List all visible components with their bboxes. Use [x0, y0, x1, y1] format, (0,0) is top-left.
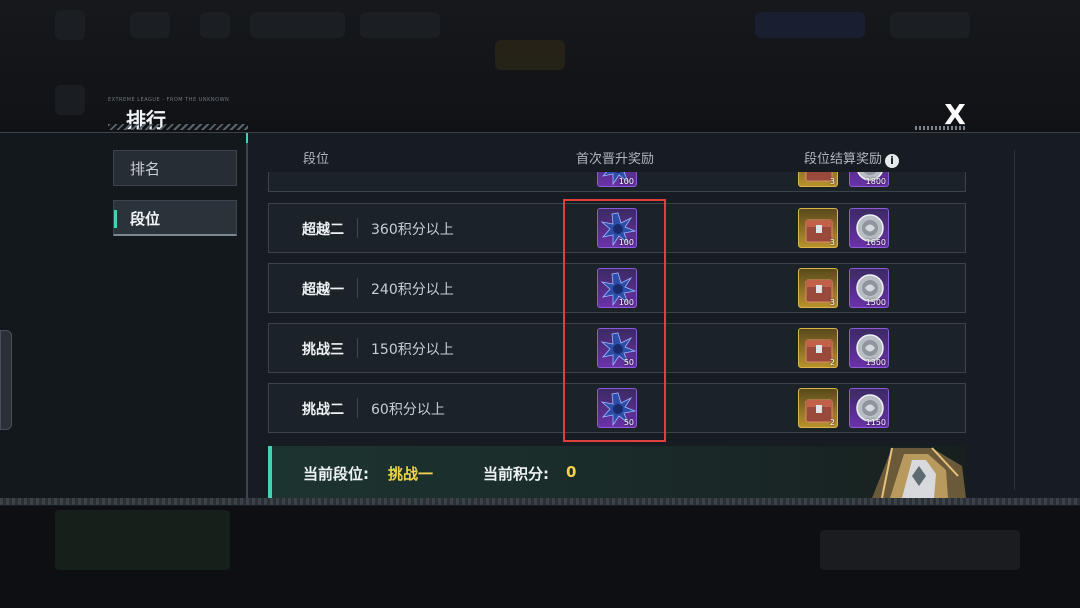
item-quantity: 1800 — [865, 177, 886, 186]
modal-bottom-strip — [0, 498, 1080, 505]
tier-requirement: 360积分以上 — [371, 222, 454, 238]
tab-ranking[interactable]: 排名 — [113, 150, 237, 186]
row-separator — [357, 338, 358, 358]
item-quantity: 3 — [829, 298, 835, 307]
silver-coin-icon[interactable]: 1300 — [849, 328, 889, 368]
item-quantity: 3 — [829, 238, 835, 247]
row-separator — [357, 278, 358, 298]
supply-chest-icon[interactable]: 2 — [798, 388, 838, 428]
info-icon[interactable]: i — [885, 154, 900, 168]
tier-name: 挑战三 — [302, 342, 344, 358]
tier-requirement: 240积分以上 — [371, 282, 454, 298]
row-separator — [357, 398, 358, 418]
supply-chest-icon[interactable]: 3 — [798, 208, 838, 248]
first-reward-highlight — [563, 199, 666, 442]
header-first-reward: 首次晋升奖励 — [576, 152, 655, 167]
silver-coin-icon[interactable]: 1500 — [849, 268, 889, 308]
item-quantity: 100 — [618, 177, 634, 186]
tier-requirement: 60积分以上 — [371, 402, 445, 418]
supply-chest-icon[interactable]: 3 — [798, 268, 838, 308]
tier-name: 挑战二 — [302, 402, 344, 418]
current-score-value: 0 — [566, 463, 577, 481]
current-score-label: 当前积分: — [483, 465, 549, 483]
current-status-bar: 当前段位: 挑战一 当前积分: 0 — [268, 446, 966, 498]
current-tier-value: 挑战一 — [388, 465, 434, 483]
table-row: 100 3 1800 — [268, 172, 966, 192]
silver-coin-icon[interactable]: 1150 — [849, 388, 889, 428]
tier-name: 超越二 — [302, 222, 344, 238]
supply-chest-icon[interactable]: 2 — [798, 328, 838, 368]
item-quantity: 1300 — [865, 358, 886, 367]
title-underline — [108, 124, 248, 130]
item-quantity: 2 — [829, 418, 835, 427]
tier-requirement: 150积分以上 — [371, 342, 454, 358]
close-underline — [915, 126, 965, 130]
tier-name: 超越一 — [302, 282, 344, 298]
item-quantity: 1150 — [865, 418, 886, 427]
sidebar — [0, 133, 246, 498]
tab-tier[interactable]: 段位 — [113, 200, 237, 236]
header-settle-reward: 段位结算奖励 i — [804, 148, 900, 168]
item-quantity: 1650 — [865, 238, 886, 247]
title-decoration-text: EXTREME LEAGUE · FROM THE UNKNOWN — [108, 97, 230, 103]
rank-badge-icon — [862, 446, 966, 498]
item-quantity: 1500 — [865, 298, 886, 307]
current-tier-label: 当前段位: — [303, 465, 369, 483]
header-settle-label: 段位结算奖励 — [804, 152, 883, 167]
side-drawer-handle[interactable] — [0, 330, 12, 430]
row-separator — [357, 218, 358, 238]
silver-coin-icon[interactable]: 1800 — [849, 172, 889, 187]
supply-chest-icon[interactable]: 3 — [798, 172, 838, 187]
item-quantity: 3 — [829, 177, 835, 186]
background-bottom — [0, 505, 1080, 608]
spiky-crystal-icon[interactable]: 100 — [597, 172, 637, 187]
item-quantity: 2 — [829, 358, 835, 367]
silver-coin-icon[interactable]: 1650 — [849, 208, 889, 248]
table-header: 段位 首次晋升奖励 段位结算奖励 i — [268, 140, 966, 170]
header-tier: 段位 — [303, 152, 330, 167]
content-border — [1014, 150, 1015, 490]
sidebar-divider — [246, 133, 248, 498]
